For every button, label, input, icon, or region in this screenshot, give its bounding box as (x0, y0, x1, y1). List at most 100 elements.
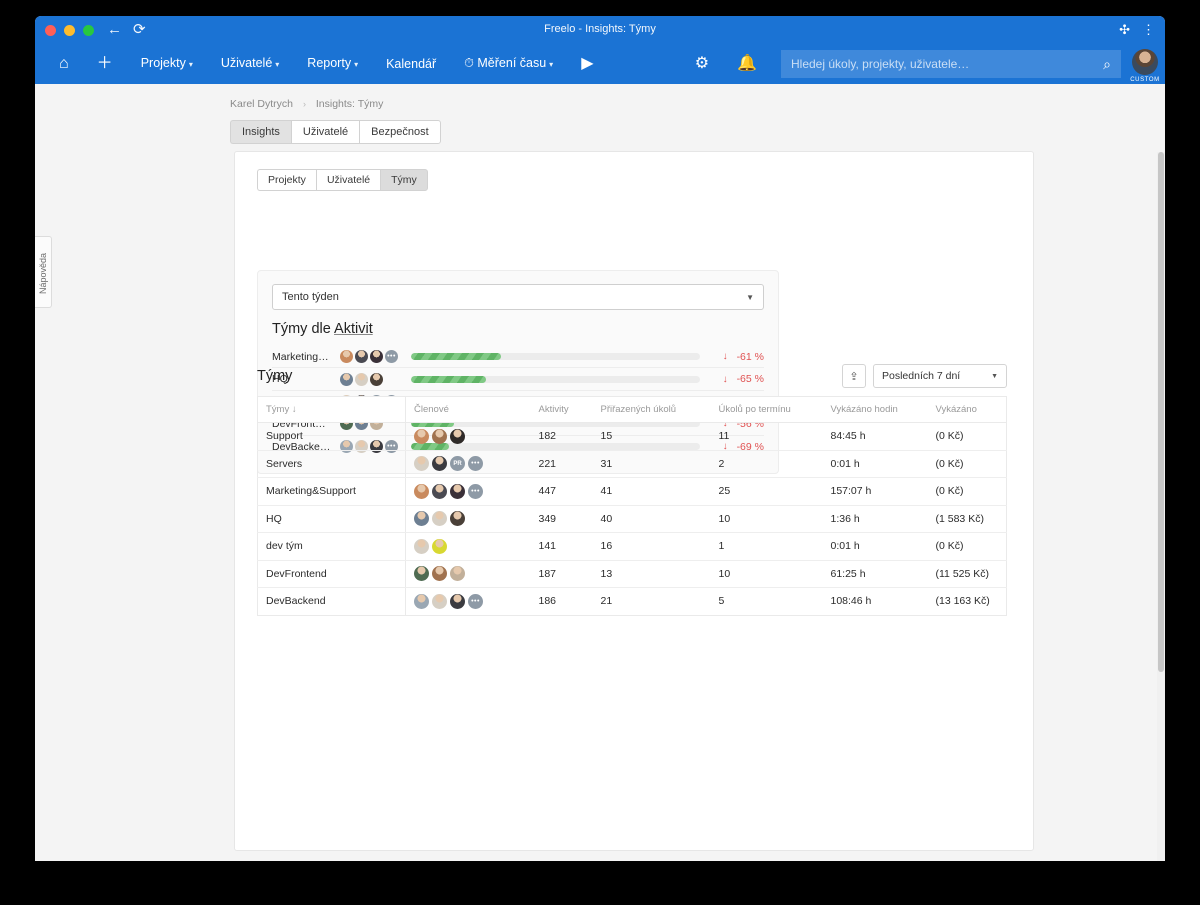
nav-label-kalendar: Kalendář (386, 57, 437, 71)
chevron-down-icon: ▾ (549, 60, 554, 69)
tab-uzivatele[interactable]: Uživatelé (290, 120, 360, 144)
table-row[interactable]: DevBackend ••• 186 21 5 108:46 h (13 163 Kč) (257, 587, 1007, 615)
avatar[interactable] (432, 593, 447, 609)
cell-team-name[interactable]: DevBackend (257, 587, 406, 615)
nav-item-reporty[interactable]: Reporty ▾ (293, 43, 372, 85)
nav-item-kalendar[interactable]: Kalendář (372, 44, 450, 84)
help-tab[interactable]: Nápověda (35, 236, 52, 308)
cell-team-name[interactable]: DevFrontend (257, 560, 406, 588)
cell-assigned-tasks: 31 (592, 450, 711, 478)
search-input[interactable] (791, 57, 1104, 71)
avatar[interactable] (450, 428, 465, 444)
col-header-clenove[interactable]: Členové (405, 396, 531, 423)
page-content: Karel Dytrych › Insights: Týmy Insights … (198, 84, 1165, 861)
avatar[interactable] (450, 593, 465, 609)
kebab-menu-icon[interactable]: ⋮ (1142, 22, 1155, 38)
avatar-initials[interactable]: PR (450, 456, 465, 472)
avatar[interactable] (450, 483, 465, 499)
avatar[interactable] (450, 511, 465, 527)
nav-label-uzivatele: Uživatelé (220, 56, 273, 70)
bell-icon[interactable]: 🔔 (723, 44, 771, 84)
cell-team-name[interactable]: Marketing&Support (257, 477, 406, 506)
cell-activities: 221 (530, 450, 593, 478)
nav-label-projekty: Projekty (140, 56, 186, 70)
date-range-select[interactable]: Posledních 7 dní ▼ (873, 364, 1007, 388)
subtab-uzivatele[interactable]: Uživatelé (315, 169, 381, 191)
nav-label-mereni-casu: Měření času (477, 56, 547, 70)
col-header-prirazenych[interactable]: Přiřazených úkolů (592, 396, 711, 423)
avatar[interactable] (432, 428, 447, 444)
avatar[interactable] (414, 456, 429, 472)
upload-icon[interactable]: ⇪ (842, 364, 866, 388)
table-row[interactable]: Marketing&Support ••• 447 41 25 157:07 h (0 Kč… (257, 477, 1007, 506)
cell-team-name[interactable]: Servers (257, 450, 406, 478)
table-row[interactable]: DevFrontend 187 13 10 61:25 h (11 525 Kč) (257, 560, 1007, 588)
nav-item-projekty[interactable]: Projekty ▾ (127, 43, 207, 85)
col-header-vykazano[interactable]: Vykázáno (927, 396, 1007, 423)
col-header-po-terminu[interactable]: Úkolů po termínu (710, 396, 823, 423)
avatar[interactable] (414, 538, 429, 554)
cell-activities: 349 (530, 505, 593, 533)
play-icon[interactable]: ▶ (567, 44, 607, 84)
table-row[interactable]: Support 182 15 11 84:45 h (0 Kč) (257, 422, 1007, 451)
nav-item-mereni-casu[interactable]: ⏱ Měření času ▾ (450, 43, 567, 85)
avatar[interactable] (414, 428, 429, 444)
user-avatar-button[interactable]: CUSTOM (1125, 44, 1165, 84)
col-header-aktivity[interactable]: Aktivity (530, 396, 593, 423)
avatar-more[interactable]: ••• (468, 483, 483, 499)
avatar-more[interactable]: ••• (468, 456, 483, 472)
search-icon[interactable]: ⌕ (1103, 56, 1111, 73)
nav-item-uzivatele[interactable]: Uživatelé ▾ (207, 43, 293, 85)
chart-metric-link[interactable]: Aktivit (334, 321, 373, 337)
table-row[interactable]: HQ 349 40 10 1:36 h (1 583 Kč) (257, 505, 1007, 533)
cell-assigned-tasks: 13 (592, 560, 711, 588)
avatar[interactable] (340, 350, 353, 364)
avatar[interactable] (414, 566, 429, 582)
cell-billed: (1 583 Kč) (927, 505, 1007, 533)
cell-assigned-tasks: 21 (600, 595, 613, 608)
avatar[interactable] (432, 566, 447, 582)
puzzle-icon[interactable]: ✣ (1119, 22, 1130, 38)
home-icon[interactable]: ⌂ (45, 44, 83, 84)
avatar[interactable] (370, 350, 383, 364)
avatar[interactable] (450, 566, 465, 582)
table-row[interactable]: dev tým 141 16 1 0:01 h (0 Kč) (257, 532, 1007, 561)
avatar[interactable] (432, 538, 447, 554)
avatar[interactable] (432, 483, 447, 499)
window-title: Freelo - Insights: Týmy (544, 23, 656, 35)
page-title: Týmy (257, 368, 293, 384)
tab-insights[interactable]: Insights (230, 120, 291, 144)
period-select-value: Tento týden (282, 291, 339, 303)
member-avatar-group: ••• (414, 483, 523, 499)
avatar-more[interactable]: ••• (385, 350, 398, 364)
gear-icon[interactable]: ⚙ (681, 44, 723, 84)
avatar-more[interactable]: ••• (468, 593, 483, 609)
chart-bar-label: Marketing… (272, 350, 329, 363)
avatar[interactable] (355, 350, 368, 364)
breadcrumb-user[interactable]: Karel Dytrych (230, 98, 293, 110)
chart-bar-delta: ↓ -61 % (706, 351, 764, 363)
avatar[interactable] (414, 483, 429, 499)
avatar[interactable] (432, 456, 447, 472)
avatar[interactable] (432, 511, 447, 527)
teams-table-header: Týmy ⇪ Posledních 7 dní ▼ (257, 364, 1007, 388)
global-search[interactable]: ⌕ (781, 50, 1121, 78)
cell-overdue-tasks: 1 (710, 532, 823, 561)
cell-overdue-tasks: 10 (710, 505, 823, 533)
subtab-projekty[interactable]: Projekty (257, 169, 316, 191)
col-header-vykazano-hodin[interactable]: Vykázáno hodin (822, 396, 928, 423)
plus-icon[interactable]: ＋ (83, 44, 127, 84)
period-select[interactable]: Tento týden ▼ (272, 284, 764, 310)
cell-team-name[interactable]: dev tým (257, 532, 406, 561)
avatar[interactable] (414, 593, 429, 609)
cell-logged-hours: 1:36 h (822, 505, 928, 533)
subtab-tymy[interactable]: Týmy (380, 169, 428, 191)
col-header-tymy[interactable]: Týmy ↓ (257, 396, 406, 423)
cell-logged-hours: 61:25 h (822, 560, 928, 588)
avatar (1132, 49, 1158, 75)
tab-bezpecnost[interactable]: Bezpečnost (359, 120, 441, 144)
cell-team-name[interactable]: Support (257, 422, 406, 451)
table-row[interactable]: Servers PR ••• 221 31 2 0:01 h (0 Kč) (257, 450, 1007, 478)
avatar[interactable] (414, 511, 429, 527)
cell-team-name[interactable]: HQ (257, 505, 406, 533)
